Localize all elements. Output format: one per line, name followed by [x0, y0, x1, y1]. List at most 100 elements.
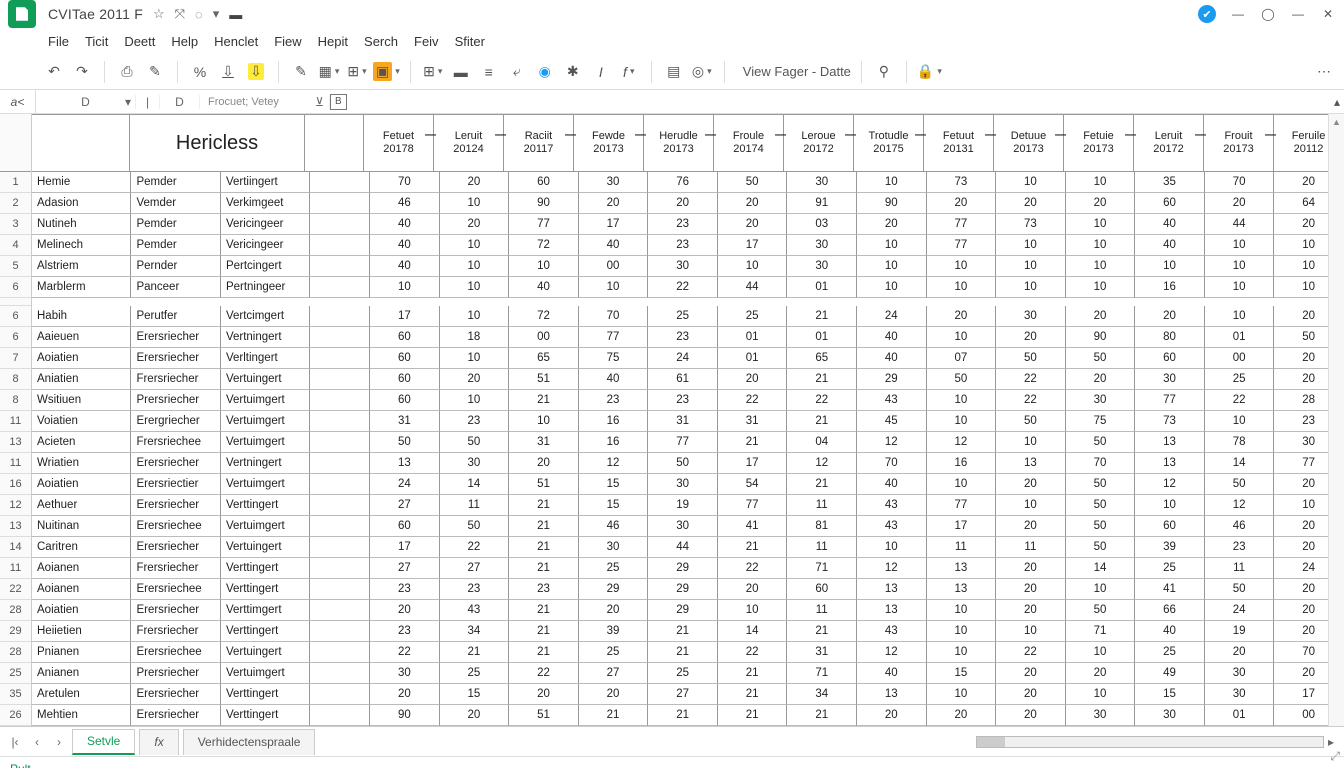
cell-value[interactable]: 41 — [1135, 579, 1205, 600]
cell-value[interactable]: 23 — [648, 390, 718, 411]
data-col-header[interactable]: Fetuut20131— — [924, 114, 994, 172]
cell-blank[interactable] — [310, 411, 370, 432]
cell-value[interactable]: 23 — [509, 579, 579, 600]
cell-value[interactable]: 77 — [927, 495, 997, 516]
cell-value[interactable]: 10 — [1066, 684, 1136, 705]
row-number[interactable]: 26 — [0, 705, 31, 726]
align-button[interactable]: ≡ — [477, 59, 501, 85]
cell-value[interactable]: 10 — [440, 235, 510, 256]
cell-blank[interactable] — [310, 390, 370, 411]
insert-object-button[interactable]: ◎▾ — [690, 59, 714, 85]
cell-value[interactable]: 14 — [1205, 453, 1275, 474]
restore-button[interactable]: — — [1290, 6, 1306, 22]
cell-value[interactable]: 25 — [648, 306, 718, 327]
cell-value[interactable]: 20 — [1066, 306, 1136, 327]
cell-cat2[interactable]: Verttingert — [221, 684, 311, 705]
cell-value[interactable]: 22 — [1205, 390, 1275, 411]
fill-color-button[interactable]: ▣▾ — [373, 59, 400, 85]
app-logo[interactable] — [8, 0, 36, 28]
cell-cat1[interactable]: Frersriecher — [131, 558, 221, 579]
cell-value[interactable]: 24 — [648, 348, 718, 369]
cell-value[interactable]: 13 — [857, 684, 927, 705]
cell-value[interactable]: 16 — [579, 411, 649, 432]
cell-value[interactable]: 30 — [579, 172, 649, 193]
cell-cat1[interactable]: Erersriecher — [131, 684, 221, 705]
cell-value[interactable]: 11 — [787, 495, 857, 516]
cell-cat1[interactable]: Panceer — [131, 277, 221, 298]
cell-value[interactable]: 10 — [857, 256, 927, 277]
close-button[interactable]: ✕ — [1320, 6, 1336, 22]
row-number[interactable]: 25 — [0, 663, 31, 684]
cell-value[interactable]: 22 — [509, 663, 579, 684]
cell-value[interactable]: 10 — [579, 277, 649, 298]
cell-value[interactable]: 24 — [1205, 600, 1275, 621]
cell-value[interactable]: 10 — [927, 600, 997, 621]
pencil-icon[interactable]: ✎ — [289, 59, 313, 85]
cell-value[interactable]: 10 — [509, 256, 579, 277]
cell-cat1[interactable]: Frersriecher — [131, 369, 221, 390]
cell-value[interactable]: 21 — [579, 705, 649, 726]
cell-name[interactable]: Melinech — [32, 235, 131, 256]
cell-value[interactable]: 43 — [857, 495, 927, 516]
cell-cat1[interactable]: Vemder — [131, 193, 221, 214]
cell-cat1[interactable]: Erersriechee — [131, 579, 221, 600]
cell-cat2[interactable]: Vertiingert — [221, 172, 311, 193]
cell-value[interactable]: 39 — [1135, 537, 1205, 558]
cell-value[interactable]: 39 — [579, 621, 649, 642]
cell-value[interactable]: 65 — [787, 348, 857, 369]
cell-value[interactable]: 10 — [1205, 411, 1275, 432]
cell-value[interactable]: 10 — [857, 172, 927, 193]
cell-value[interactable]: 10 — [440, 193, 510, 214]
cell-value[interactable]: 25 — [1205, 369, 1275, 390]
cell-value[interactable]: 15 — [579, 474, 649, 495]
cell-value[interactable]: 70 — [579, 306, 649, 327]
cell-value[interactable]: 23 — [648, 327, 718, 348]
cell-value[interactable]: 77 — [1135, 390, 1205, 411]
row-number[interactable]: 7 — [0, 348, 31, 369]
cell-value[interactable]: 17 — [718, 453, 788, 474]
cell-value[interactable]: 70 — [1205, 172, 1275, 193]
cell-name[interactable]: Alstriem — [32, 256, 131, 277]
cell-value[interactable]: 11 — [787, 537, 857, 558]
cell-name[interactable]: Aoiatien — [32, 600, 131, 621]
cell-value[interactable]: 21 — [718, 705, 788, 726]
cell-value[interactable]: 21 — [509, 642, 579, 663]
cell-value[interactable]: 15 — [579, 495, 649, 516]
cell-value[interactable]: 40 — [370, 235, 440, 256]
cell-blank[interactable] — [310, 642, 370, 663]
cell-value[interactable]: 10 — [1066, 642, 1136, 663]
cell-value[interactable]: 19 — [648, 495, 718, 516]
cell-value[interactable]: 44 — [718, 277, 788, 298]
cell-value[interactable]: 21 — [718, 663, 788, 684]
cell-value[interactable]: 10 — [1135, 256, 1205, 277]
menu-sfiter[interactable]: Sfiter — [455, 34, 485, 49]
row-number[interactable]: 8 — [0, 369, 31, 390]
cell-name[interactable]: Aoianen — [32, 579, 131, 600]
cell-value[interactable]: 10 — [996, 432, 1066, 453]
cell-value[interactable]: 00 — [579, 256, 649, 277]
cell-blank[interactable] — [310, 369, 370, 390]
menu-henclet[interactable]: Henclet — [214, 34, 258, 49]
cell-value[interactable]: 40 — [857, 348, 927, 369]
cell-value[interactable]: 30 — [787, 235, 857, 256]
cell-value[interactable]: 13 — [857, 579, 927, 600]
cell-value[interactable]: 77 — [927, 214, 997, 235]
cell-value[interactable]: 10 — [927, 327, 997, 348]
cell-name[interactable]: Aretulen — [32, 684, 131, 705]
cell-cat2[interactable]: Pertcingert — [221, 256, 311, 277]
cell-cat1[interactable]: Erersriecher — [131, 453, 221, 474]
sheet-tab-other[interactable]: Verhidectenspraale — [183, 729, 316, 755]
cell-value[interactable]: 10 — [1066, 214, 1136, 235]
cell-value[interactable]: 46 — [1205, 516, 1275, 537]
data-col-header[interactable]: Raciit20117— — [504, 114, 574, 172]
row-number[interactable]: 29 — [0, 621, 31, 642]
cell-value[interactable]: 10 — [927, 256, 997, 277]
cell-blank[interactable] — [310, 558, 370, 579]
cell-value[interactable]: 20 — [996, 600, 1066, 621]
cell-value[interactable]: 46 — [370, 193, 440, 214]
cell-value[interactable]: 10 — [718, 600, 788, 621]
cell-value[interactable]: 10 — [996, 172, 1066, 193]
cell-value[interactable]: 90 — [1066, 327, 1136, 348]
cell-value[interactable]: 03 — [787, 214, 857, 235]
cell-cat2[interactable]: Verttingert — [221, 558, 311, 579]
